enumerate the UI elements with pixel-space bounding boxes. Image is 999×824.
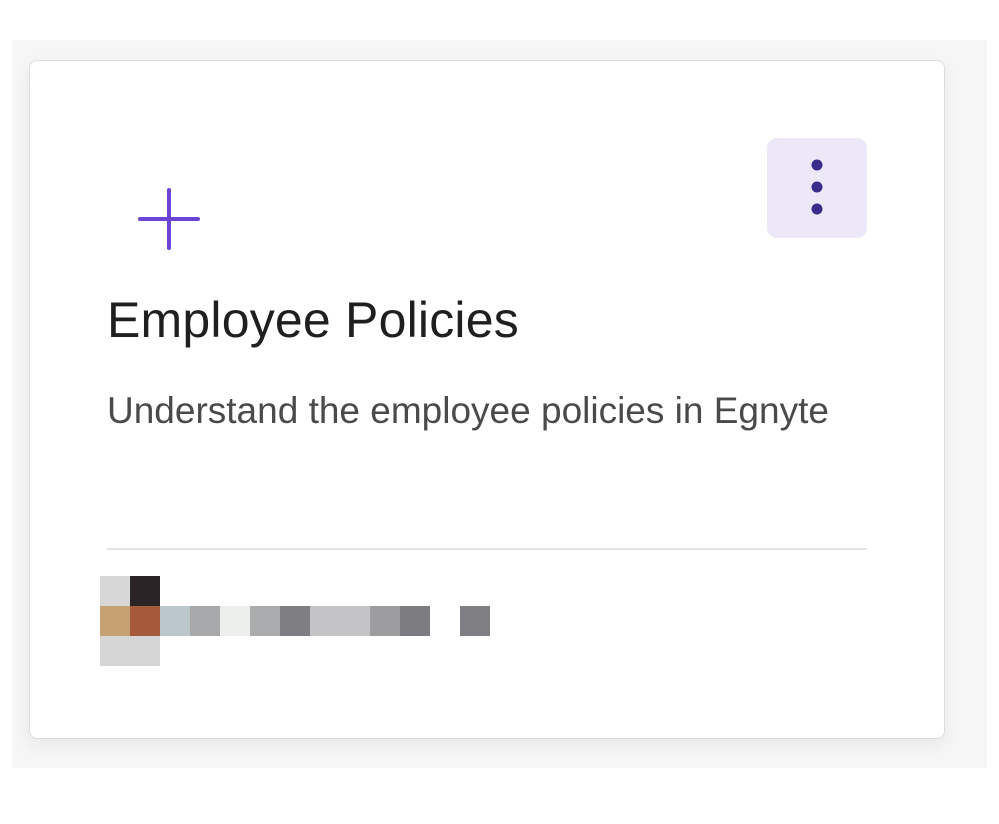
- plus-icon[interactable]: [137, 187, 201, 251]
- more-options-button[interactable]: [767, 138, 867, 238]
- redacted-footer: [100, 576, 500, 666]
- card-title: Employee Policies: [107, 292, 519, 348]
- more-vertical-icon: [807, 159, 827, 218]
- policy-card[interactable]: Employee Policies Understand the employe…: [29, 60, 945, 739]
- divider: [107, 548, 867, 550]
- card-description: Understand the employee policies in Egny…: [107, 390, 829, 431]
